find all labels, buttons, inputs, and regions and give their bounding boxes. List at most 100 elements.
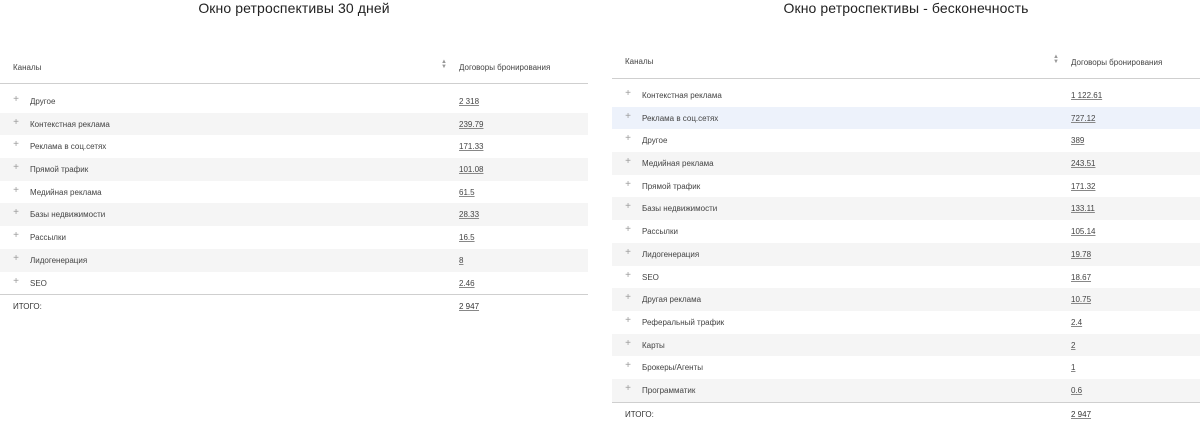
booking-value-link[interactable]: 18.67 [1071,273,1091,282]
plus-icon[interactable]: + [624,270,632,280]
column-header-bookings[interactable]: Договоры бронирования [459,63,550,72]
table-row[interactable]: + Программатик 0.6 [612,378,1200,402]
plus-icon[interactable]: + [12,231,20,241]
table-row[interactable]: + Реклама в соц.сетях 727.12 [612,106,1200,130]
table-row[interactable]: + Лидогенерация 8 [0,248,588,272]
plus-icon[interactable]: + [12,117,20,127]
plus-icon[interactable]: + [624,293,632,303]
table-row[interactable]: + Брокеры/Агенты 1 [612,356,1200,379]
channel-name: Программатик [642,385,696,395]
booking-value-link[interactable]: 171.32 [1071,182,1095,191]
booking-value-link[interactable]: 2 [1071,341,1075,350]
booking-value-link[interactable]: 8 [459,256,463,265]
channel-name: Контекстная реклама [642,91,722,100]
channel-name: Рассылки [642,227,678,237]
table-header: Каналы ▲ ▼ Договоры бронирования [612,43,1200,79]
table-body: + Контекстная реклама 1 122.61 + Реклама в с… [612,84,1200,419]
booking-value-link[interactable]: 0.6 [1071,386,1082,395]
booking-value-link[interactable]: 10.75 [1071,295,1091,304]
plus-icon[interactable]: + [624,338,632,348]
total-label: ИТОГО: [625,409,654,419]
table-row[interactable]: + Медийная реклама 243.51 [612,152,1200,175]
channel-name: SEO [30,278,47,288]
booking-value-link[interactable]: 727.12 [1071,114,1095,123]
channel-name: SEO [642,272,659,282]
table-row[interactable]: + Базы недвижимости 28.33 [0,203,588,227]
table-row[interactable]: + Рассылки 105.14 [612,220,1200,243]
sort-arrows-icon[interactable]: ▲ ▼ [1053,54,1059,65]
booking-value-link[interactable]: 101.08 [459,165,483,174]
booking-value-link[interactable]: 1 [1071,363,1075,372]
total-value-link[interactable]: 2 947 [459,302,479,311]
booking-value-link[interactable]: 19.78 [1071,250,1091,259]
channel-name: Базы недвижимости [642,204,718,214]
channel-name: Прямой трафик [642,181,701,191]
channel-name: Другое [642,136,668,146]
table-row[interactable]: + Другое 389 [612,129,1200,152]
table-row[interactable]: + Другое 2 318 [0,90,588,113]
booking-value-link[interactable]: 105.14 [1071,227,1095,236]
plus-icon[interactable]: + [624,157,632,167]
table-row[interactable]: + Базы недвижимости 133.11 [612,197,1200,221]
sort-arrows-icon[interactable]: ▲ ▼ [441,59,447,70]
total-label: ИТОГО: [13,302,42,312]
total-value-link[interactable]: 2 947 [1071,410,1091,419]
channel-name: Контекстная реклама [30,119,110,129]
channel-name: Лидогенерация [642,249,700,259]
booking-value-link[interactable]: 2 318 [459,97,479,106]
booking-value-link[interactable]: 171.33 [459,142,483,151]
table-row[interactable]: + Другая реклама 10.75 [612,288,1200,311]
table-row[interactable]: + Лидогенерация 19.78 [612,242,1200,266]
plus-icon[interactable]: + [624,315,632,325]
panel-title: Окно ретроспективы - бесконечность [783,0,1029,16]
channel-name: Рассылки [30,233,66,243]
channel-name: Медийная реклама [30,187,102,197]
channel-name: Реклама в соц.сетях [30,142,107,152]
booking-value-link[interactable]: 133.11 [1071,204,1095,213]
column-header-bookings[interactable]: Договоры бронирования [1071,58,1162,67]
plus-icon[interactable]: + [624,225,632,235]
booking-value-link[interactable]: 28.33 [459,210,479,219]
plus-icon[interactable]: + [12,253,20,263]
booking-value-link[interactable]: 243.51 [1071,159,1095,168]
table-row[interactable]: + Прямой трафик 171.32 [612,175,1200,198]
table-row[interactable]: + Прямой трафик 101.08 [0,158,588,181]
total-row: ИТОГО: 2 947 [612,401,1200,424]
plus-icon[interactable]: + [624,134,632,144]
table-row[interactable]: + SEO 18.67 [612,266,1200,289]
plus-icon[interactable]: + [12,276,20,286]
plus-icon[interactable]: + [624,202,632,212]
plus-icon[interactable]: + [12,185,20,195]
booking-value-link[interactable]: 2.4 [1071,318,1082,327]
booking-value-link[interactable]: 61.5 [459,188,475,197]
table-row[interactable]: + Медийная реклама 61.5 [0,181,588,204]
table-row[interactable]: + Рассылки 16.5 [0,226,588,249]
plus-icon[interactable]: + [624,383,632,393]
table-row[interactable]: + Реклама в соц.сетях 171.33 [0,135,588,158]
channel-name: Базы недвижимости [30,210,106,220]
column-header-channels[interactable]: Каналы [13,63,41,72]
booking-value-link[interactable]: 16.5 [459,233,475,242]
plus-icon[interactable]: + [12,95,20,105]
column-header-channels[interactable]: Каналы [625,57,653,66]
table-row[interactable]: + Контекстная реклама 1 122.61 [612,84,1200,107]
channel-name: Медийная реклама [642,159,714,169]
table-row[interactable]: + Карты 2 [612,333,1200,357]
booking-value-link[interactable]: 1 122.61 [1071,91,1102,100]
plus-icon[interactable]: + [624,179,632,189]
booking-value-link[interactable]: 239.79 [459,120,483,129]
table-row[interactable]: + SEO 2.46 [0,272,588,295]
plus-icon[interactable]: + [624,361,632,371]
table-row[interactable]: + Реферальный трафик 2.4 [612,311,1200,334]
channel-name: Лидогенерация [30,255,88,265]
plus-icon[interactable]: + [12,208,20,218]
booking-value-link[interactable]: 389 [1071,136,1084,145]
plus-icon[interactable]: + [12,140,20,150]
plus-icon[interactable]: + [624,89,632,99]
booking-value-link[interactable]: 2.46 [459,279,475,288]
plus-icon[interactable]: + [624,111,632,121]
plus-icon[interactable]: + [624,247,632,257]
channel-name: Другая реклама [642,295,702,305]
plus-icon[interactable]: + [12,163,20,173]
table-row[interactable]: + Контекстная реклама 239.79 [0,112,588,136]
